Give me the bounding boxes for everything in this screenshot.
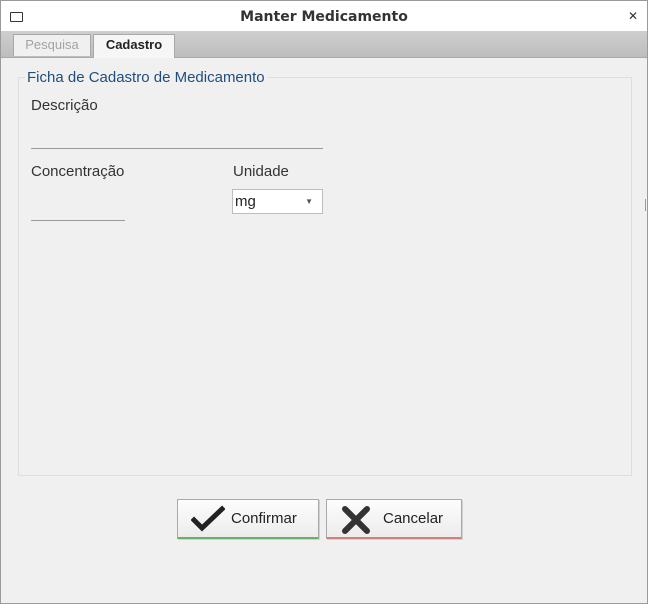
tab-cadastro[interactable]: Cadastro: [93, 34, 175, 58]
title-bar[interactable]: Manter Medicamento ✕: [1, 1, 647, 32]
ficha-legend: Ficha de Cadastro de Medicamento: [27, 69, 265, 86]
window-title: Manter Medicamento: [240, 9, 408, 25]
cancel-button[interactable]: Cancelar: [326, 499, 462, 539]
tab-strip: Pesquisa Cadastro: [1, 31, 647, 58]
edge-divider: [645, 199, 650, 211]
cancel-label: Cancelar: [383, 510, 444, 527]
x-icon: [340, 505, 372, 539]
check-icon: [190, 505, 226, 537]
unidade-selected-value: mg: [235, 193, 256, 210]
descricao-label: Descrição: [31, 97, 98, 114]
chevron-down-icon: ▼: [305, 197, 313, 206]
confirm-label: Confirmar: [231, 510, 297, 527]
dialog-window: Manter Medicamento ✕ Pesquisa Cadastro F…: [0, 0, 648, 604]
concentracao-label: Concentração: [31, 163, 125, 180]
concentracao-input[interactable]: [31, 199, 125, 221]
descricao-input[interactable]: [31, 127, 323, 149]
unidade-select[interactable]: mg ▼: [232, 189, 323, 214]
unidade-label: Unidade: [233, 163, 289, 180]
close-icon[interactable]: ✕: [628, 9, 638, 23]
tab-pesquisa[interactable]: Pesquisa: [13, 34, 91, 56]
confirm-button[interactable]: Confirmar: [177, 499, 319, 539]
